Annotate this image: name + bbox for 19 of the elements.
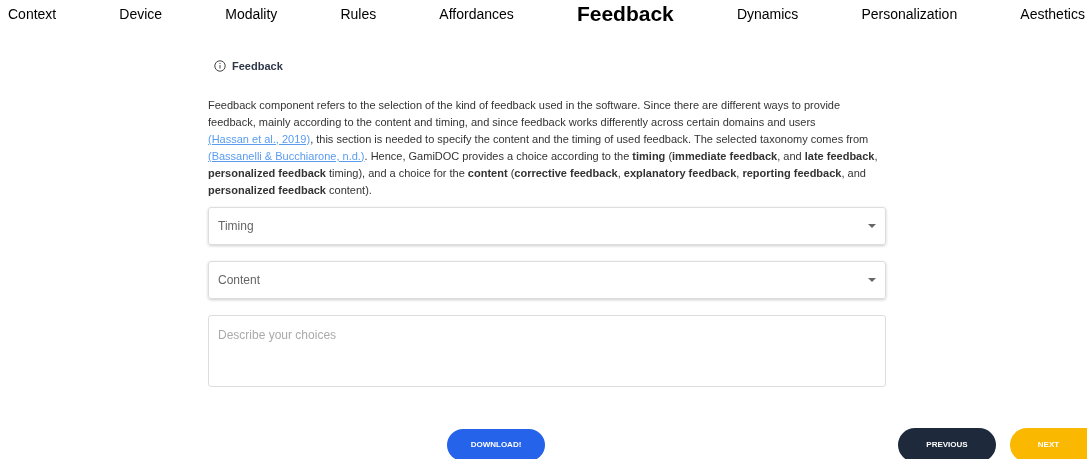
caret-icon — [868, 223, 876, 228]
nav-tab[interactable]: Affordances — [439, 3, 514, 25]
nav-tab[interactable]: Rules — [340, 3, 377, 25]
section-title: Feedback — [232, 59, 283, 74]
nav-tab[interactable]: Aesthetics — [1020, 3, 1085, 25]
info-icon — [214, 60, 226, 73]
caret-icon — [868, 277, 876, 282]
previous-button[interactable]: PREVIOUS — [898, 427, 996, 459]
nav-tab[interactable]: Device — [119, 3, 163, 25]
download-button[interactable]: DOWNLOAD! — [447, 428, 545, 459]
nav-tab[interactable]: Feedback — [576, 0, 674, 30]
dropdown-select[interactable]: Timing — [208, 206, 886, 245]
dropdown-select[interactable]: Content — [208, 260, 886, 299]
nav-tab[interactable]: Personalization — [861, 3, 958, 25]
description-paragraph: Feedback component refers to the selection of the kind of feedback used in the software. Since there are different ways to provide feedback, mainly according to the content and timing, and since feedback works differently across certain domains and users (Hassan et al., 2019), this section is needed to specify the content and the timing of used feedback. The selected taxonomy comes from (Bassanelli & Bucchiarone, n.d.). Hence, GamiDOC provides a choice according to the timing (immediate feedback, and late feedback, personalized feedback timing), and a choice for the content (corrective feedback, explanatory feedback, reporting feedback, and personalized feedback content). — [208, 97, 879, 198]
nav-tab[interactable]: Modality — [225, 3, 278, 25]
nav-tab[interactable]: Dynamics — [736, 3, 799, 25]
nav-tab[interactable]: Context — [8, 3, 57, 25]
choices-textarea[interactable]: Describe your choices — [208, 314, 886, 387]
